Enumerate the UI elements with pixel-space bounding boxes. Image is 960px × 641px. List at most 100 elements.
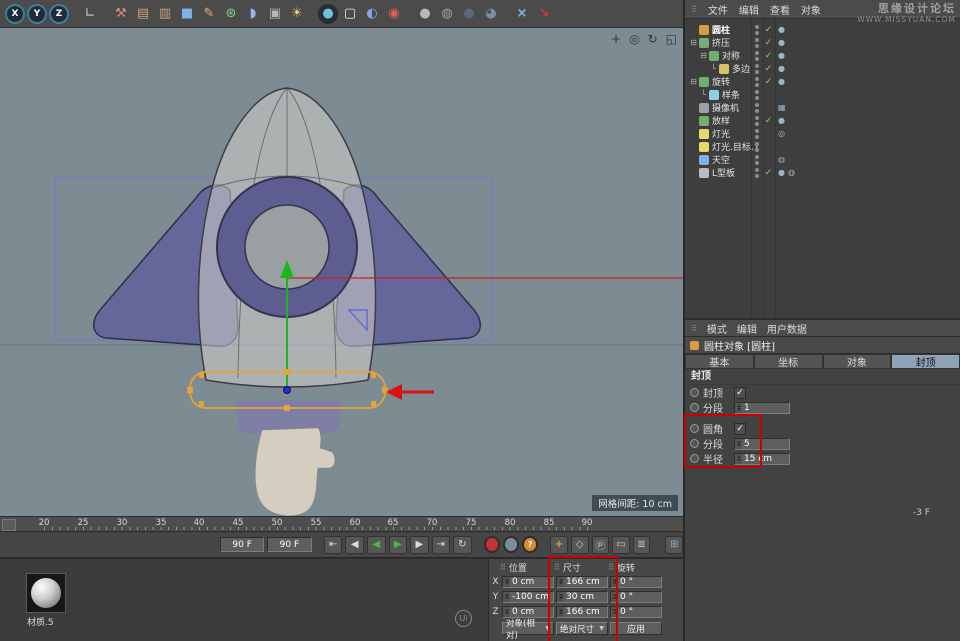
fillet-checkbox[interactable]: ✓ <box>734 423 746 435</box>
enable-check[interactable]: ✓ <box>764 25 773 35</box>
spinner[interactable] <box>611 577 618 587</box>
size-x-field[interactable]: 166 cm <box>556 576 608 588</box>
origin-point[interactable] <box>284 387 291 394</box>
object-tags[interactable]: ◍ <box>778 155 788 164</box>
loop-button[interactable]: ↻ <box>453 536 472 554</box>
record-options-button[interactable]: ? <box>522 536 538 553</box>
size-z-field[interactable]: 166 cm <box>556 606 608 618</box>
keyframe-dot-icon[interactable] <box>690 454 699 463</box>
primitive-cube-button[interactable]: ■ <box>177 4 197 24</box>
object-tags[interactable]: ● <box>778 38 788 47</box>
object-tags[interactable]: ● <box>778 51 788 60</box>
view-rotate-icon[interactable]: ↻ <box>648 32 658 46</box>
goto-start-button[interactable]: ⇤ <box>324 536 343 554</box>
menu-user-data[interactable]: 用户数据 <box>767 321 807 336</box>
object-row-sky[interactable]: 天空 ◍ <box>685 153 960 166</box>
spinner[interactable] <box>735 439 742 449</box>
object-row-light[interactable]: 灯光 ◎ <box>685 127 960 140</box>
character-sphere-icon[interactable]: ◕ <box>481 4 501 24</box>
visibility-dots[interactable] <box>755 77 759 87</box>
enable-check[interactable]: ✓ <box>764 116 773 126</box>
object-row-lpanel[interactable]: L型板 ✓●◍ <box>685 166 960 179</box>
enable-check[interactable]: ✓ <box>764 38 773 48</box>
enable-check[interactable]: ✓ <box>764 64 773 74</box>
object-row-lathe[interactable]: ⊟旋转 ✓● <box>685 75 960 88</box>
menu-edit[interactable]: 编辑 <box>739 2 759 17</box>
keyframe-dot-icon[interactable] <box>690 424 699 433</box>
spinner[interactable] <box>611 607 618 617</box>
object-tags[interactable]: ▦ <box>778 103 789 112</box>
object-tags[interactable]: ●◍ <box>778 168 798 177</box>
tab-basic[interactable]: 基本 <box>685 354 754 369</box>
play-button[interactable]: ▶ <box>389 536 408 554</box>
object-tags[interactable]: ● <box>778 116 788 125</box>
enable-check[interactable]: ✓ <box>764 77 773 87</box>
spinner[interactable] <box>735 454 742 464</box>
material-sphere-icon[interactable]: ● <box>415 4 435 24</box>
visibility-dots[interactable] <box>755 168 759 178</box>
fillet-segments-field[interactable]: 5 <box>734 438 790 450</box>
rotation-h-field[interactable]: 0 ° <box>610 576 662 588</box>
timeline-marker[interactable] <box>2 519 16 531</box>
object-tags[interactable]: ◎ <box>778 129 788 138</box>
object-row-symmetry[interactable]: ⊟对称 ✓● <box>685 49 960 62</box>
object-row-cylinder[interactable]: 圆柱 ✓● <box>685 23 960 36</box>
keyframe-position-button[interactable]: + <box>550 536 568 554</box>
keyframe-scale-button[interactable]: ◇ <box>571 536 589 554</box>
object-tags[interactable]: ● <box>778 64 788 73</box>
viewport-canvas[interactable] <box>0 28 683 516</box>
material-thumbnail[interactable] <box>26 573 66 613</box>
object-tags[interactable]: ● <box>778 25 788 34</box>
spinner[interactable] <box>557 607 564 617</box>
visibility-dots[interactable] <box>755 103 759 113</box>
rotation-b-field[interactable]: 0 ° <box>610 606 662 618</box>
mode-dropdown[interactable]: 对象(相对)▼ <box>502 622 554 635</box>
snap-toggle-icon[interactable]: × <box>512 4 532 24</box>
axis-z-lock-button[interactable]: Z <box>49 4 69 24</box>
position-y-field[interactable]: -100 cm <box>502 591 554 603</box>
spinner[interactable] <box>503 592 510 602</box>
view-zoom-icon[interactable]: ◎ <box>629 32 639 46</box>
keyframe-pla-button[interactable]: ▭ <box>612 536 630 554</box>
cap-checkbox[interactable]: ✓ <box>734 387 746 399</box>
keyframe-list-button[interactable]: ≣ <box>633 536 651 554</box>
dark-sphere-icon[interactable]: ● <box>459 4 479 24</box>
autokey-button[interactable] <box>503 536 519 553</box>
spinner[interactable] <box>611 592 618 602</box>
menu-view[interactable]: 查看 <box>770 2 790 17</box>
visibility-dots[interactable] <box>755 64 759 74</box>
keyframe-parameter-button[interactable]: Ⓟ <box>592 536 610 554</box>
rotation-p-field[interactable]: 0 ° <box>610 591 662 603</box>
size-mode-dropdown[interactable]: 绝对尺寸▼ <box>556 622 608 635</box>
render-region-button[interactable]: ◐ <box>362 4 382 24</box>
enable-check[interactable]: ✓ <box>764 51 773 61</box>
generator-button[interactable]: ⊛ <box>221 4 241 24</box>
step-forward-button[interactable]: ▶ <box>410 536 429 554</box>
material-name-label[interactable]: 材质.5 <box>27 615 54 628</box>
coordinate-system-button[interactable]: ∟ <box>80 4 100 24</box>
visibility-dots[interactable] <box>755 129 759 139</box>
expand-toggle[interactable]: ⊟ <box>689 77 698 86</box>
spline-pen-button[interactable]: ✎ <box>199 4 219 24</box>
view-layout-icon[interactable]: ◱ <box>666 32 677 46</box>
size-y-field[interactable]: 30 cm <box>556 591 608 603</box>
visibility-dots[interactable] <box>755 116 759 126</box>
object-row-camera[interactable]: 摄像机 ▦ <box>685 101 960 114</box>
view-pan-icon[interactable]: + <box>611 32 621 46</box>
spinner[interactable] <box>503 577 510 587</box>
timeline-ruler[interactable]: 20 25 30 35 40 45 50 55 60 65 70 75 80 8… <box>0 516 683 532</box>
menu-mode[interactable]: 模式 <box>707 321 727 336</box>
environment-globe-icon[interactable]: ◍ <box>437 4 457 24</box>
step-back-button[interactable]: ◀ <box>345 536 364 554</box>
cap-segments-field[interactable]: 1 <box>734 402 790 414</box>
keyframe-dot-icon[interactable] <box>690 439 699 448</box>
spinner[interactable] <box>735 403 742 413</box>
frame-end-field[interactable]: 90 F <box>267 537 311 552</box>
frame-start-field[interactable]: 90 F <box>220 537 264 552</box>
modeling-tool-icon[interactable]: ⚒ <box>111 4 131 24</box>
menu-edit-am[interactable]: 编辑 <box>737 321 757 336</box>
object-row-light-target[interactable]: 灯光.目标.1 <box>685 140 960 153</box>
object-tags[interactable]: ● <box>778 77 788 86</box>
visibility-dots[interactable] <box>755 155 759 165</box>
position-x-field[interactable]: 0 cm <box>502 576 554 588</box>
